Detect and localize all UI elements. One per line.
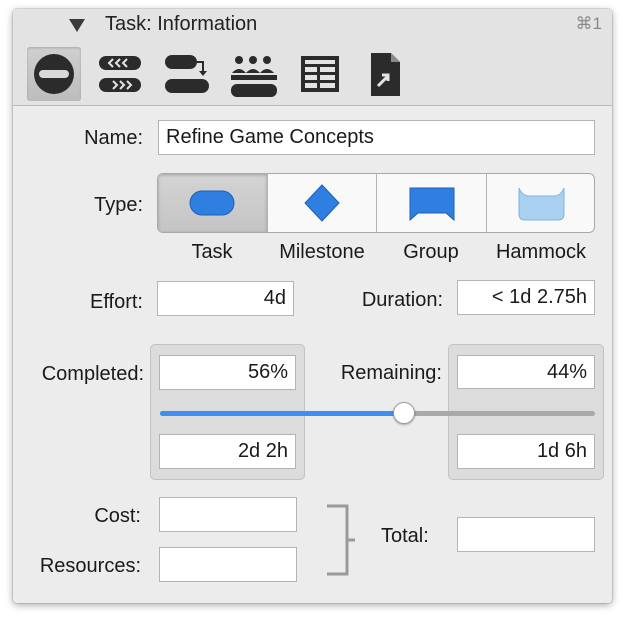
keyboard-shortcut: ⌘1 [575,14,602,33]
disclosure-triangle-icon[interactable] [69,19,85,32]
type-milestone-segment[interactable] [268,174,377,232]
remaining-percent-field[interactable]: 44% [457,355,595,389]
task-info-icon [34,54,74,94]
inspector-title: Task: Information [105,13,258,35]
task-info-tab[interactable] [27,47,81,101]
remaining-label: Remaining: [340,362,442,384]
notes-icon [371,53,400,96]
resources-tab[interactable] [227,47,281,101]
name-field[interactable]: Refine Game Concepts [158,120,595,155]
completion-slider[interactable] [160,402,595,424]
task-inspector-panel: Task: Information ⌘1 Name: Refine Game C… [13,9,612,603]
name-label: Name: [84,127,143,149]
type-hammock-label: Hammock [495,241,586,263]
completion-slider-thumb[interactable] [392,402,415,424]
duration-label: Duration: [361,289,443,311]
type-label: Type: [94,194,143,216]
total-label: Total: [381,525,429,547]
type-milestone-label: Milestone [279,241,365,263]
dependencies-tab[interactable] [93,47,147,101]
effort-field[interactable]: 4d [157,281,294,316]
cost-label: Cost: [94,505,141,527]
group-shape-icon [409,187,455,222]
type-hammock-segment[interactable] [487,174,594,232]
completed-percent-field[interactable]: 56% [159,355,296,390]
milestone-shape-icon [304,184,340,222]
custom-data-tab[interactable] [293,47,347,101]
dependencies-icon [99,56,141,92]
structure-tab[interactable] [159,47,213,101]
notes-tab[interactable] [358,47,412,101]
custom-data-icon [301,56,339,92]
effort-label: Effort: [90,291,143,313]
duration-field[interactable]: < 1d 2.75h [457,280,595,315]
structure-icon [165,55,209,93]
type-group-segment[interactable] [377,174,487,232]
type-segmented-control [157,173,595,233]
type-task-segment[interactable] [158,174,268,232]
resources-field[interactable] [159,547,297,582]
inspector-titlebar: Task: Information ⌘1 [13,9,612,43]
total-field[interactable] [457,517,595,552]
completed-label: Completed: [41,363,144,385]
resources-icon [231,56,277,97]
task-shape-icon [189,190,235,216]
completed-effort-field[interactable]: 2d 2h [159,434,296,469]
hammock-shape-icon [518,187,565,221]
resources-label: Resources: [39,555,141,577]
type-group-label: Group [403,241,459,263]
remaining-effort-field[interactable]: 1d 6h [457,434,595,469]
type-task-label: Task [191,241,233,263]
inspector-toolbar [13,43,612,106]
completion-slider-fill [160,411,404,416]
cost-field[interactable] [159,497,297,532]
total-bracket-icon [327,504,355,576]
